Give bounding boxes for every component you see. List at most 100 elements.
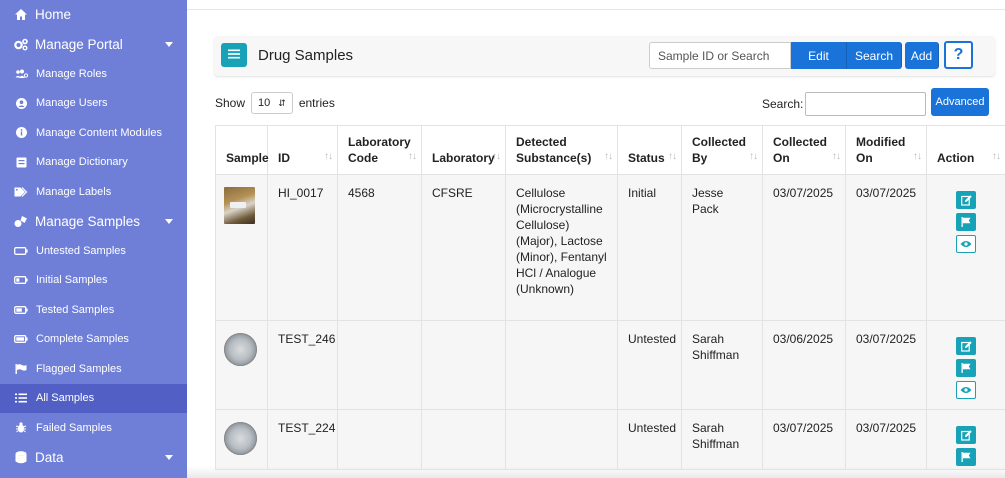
sample-thumbnail[interactable] <box>224 333 257 366</box>
menu-toggle-button[interactable] <box>221 43 247 67</box>
cell-lab-code <box>337 320 422 410</box>
scroll-fade <box>0 464 187 478</box>
entries-select[interactable]: 10 ⇵ <box>251 92 293 114</box>
sidebar-item-label: Initial Samples <box>36 274 108 287</box>
cell-collected-on: 03/06/2025 <box>762 320 846 410</box>
sidebar-item-label: Tested Samples <box>36 303 115 316</box>
cell-modified-on: 03/07/2025 <box>845 409 927 470</box>
sort-icon: ↑↓ <box>913 151 922 162</box>
cell-actions <box>926 174 1005 321</box>
eye-icon <box>960 241 972 247</box>
table-row[interactable]: HI_0017 4568 CFSRE Cellulose (Microcryst… <box>215 174 1005 321</box>
sidebar-item-all-samples[interactable]: All Samples <box>0 383 187 413</box>
eye-icon <box>960 387 972 393</box>
row-flag-button[interactable] <box>956 359 976 377</box>
edit-icon <box>960 194 972 206</box>
entries-value: 10 <box>258 97 271 109</box>
sample-search-input[interactable] <box>649 42 791 69</box>
help-button[interactable]: ? <box>944 41 973 69</box>
row-edit-button[interactable] <box>956 191 976 209</box>
cell-laboratory <box>421 409 506 470</box>
table-search-input[interactable] <box>805 92 926 116</box>
sort-icon: ↑↓ <box>992 151 1001 162</box>
tags-icon <box>14 186 28 197</box>
sidebar-item-label: Manage Dictionary <box>36 156 128 169</box>
edit-icon <box>960 340 972 352</box>
sidebar-item-failed-samples[interactable]: Failed Samples <box>0 413 187 443</box>
edit-button[interactable]: Edit <box>791 42 847 69</box>
cell-status: Untested <box>617 320 682 410</box>
sidebar-item-manage-samples[interactable]: Manage Samples <box>0 207 187 237</box>
sort-icon: ↑↓ <box>832 151 841 162</box>
sidebar-item-untested-samples[interactable]: Untested Samples <box>0 236 187 266</box>
advanced-search-button[interactable]: Advanced <box>931 88 989 116</box>
entries-control: Show 10 ⇵ entries <box>215 92 335 114</box>
sidebar-item-flagged-samples[interactable]: Flagged Samples <box>0 354 187 384</box>
database-icon <box>13 451 29 464</box>
cell-id: HI_0017 <box>267 174 338 321</box>
col-header-id[interactable]: ID ↑↓ <box>267 125 338 175</box>
sidebar-item-complete-samples[interactable]: Complete Samples <box>0 325 187 355</box>
col-header-lab-code[interactable]: Laboratory Code ↑↓ <box>337 125 422 175</box>
sample-thumbnail[interactable] <box>224 422 257 455</box>
col-header-collected-by[interactable]: Collected By ↑↓ <box>681 125 763 175</box>
cell-id: TEST_246 <box>267 320 338 410</box>
sidebar-item-manage-roles[interactable]: Manage Roles <box>0 59 187 89</box>
sidebar-item-label: Manage Content Modules <box>36 126 162 139</box>
col-header-substances[interactable]: Detected Substance(s) ↑↓ <box>505 125 618 175</box>
scroll-fade <box>187 466 1005 478</box>
sidebar-item-manage-users[interactable]: Manage Users <box>0 89 187 119</box>
table-row[interactable]: TEST_224 Untested Sarah Shiffman 03/07/2… <box>215 409 1005 470</box>
flag-icon <box>14 363 28 374</box>
caret-down-icon <box>165 455 173 461</box>
cell-status: Untested <box>617 409 682 470</box>
cell-substances: Cellulose (Microcrystalline Cellulose) (… <box>505 174 618 321</box>
home-icon <box>13 8 29 21</box>
search-button[interactable]: Search <box>847 42 902 69</box>
sidebar-item-manage-content-modules[interactable]: Manage Content Modules <box>0 118 187 148</box>
cell-laboratory <box>421 320 506 410</box>
cell-modified-on: 03/07/2025 <box>845 320 927 410</box>
sidebar-item-manage-dictionary[interactable]: Manage Dictionary <box>0 148 187 178</box>
row-view-button[interactable] <box>956 235 976 253</box>
row-view-button[interactable] <box>956 381 976 399</box>
sidebar-item-manage-portal[interactable]: Manage Portal <box>0 30 187 60</box>
vials-icon <box>13 215 29 228</box>
top-divider <box>187 9 1005 10</box>
table-row[interactable]: TEST_246 Untested Sarah Shiffman 03/06/2… <box>215 320 1005 410</box>
sort-icon: ↑↓ <box>324 151 333 162</box>
sidebar-item-manage-labels[interactable]: Manage Labels <box>0 177 187 207</box>
row-flag-button[interactable] <box>956 448 976 466</box>
col-header-action[interactable]: Action ↑↓ <box>926 125 1005 175</box>
caret-down-icon <box>165 219 173 225</box>
edit-icon <box>960 429 972 441</box>
add-button[interactable]: Add <box>905 42 939 69</box>
row-edit-button[interactable] <box>956 426 976 444</box>
cell-status: Initial <box>617 174 682 321</box>
sidebar-item-home[interactable]: Home <box>0 0 187 30</box>
samples-table: Sample ID ↑↓ Laboratory Code ↑↓ Laboratory… <box>215 125 1005 470</box>
hamburger-icon <box>228 48 240 62</box>
cell-actions <box>926 409 1005 470</box>
sidebar-item-tested-samples[interactable]: Tested Samples <box>0 295 187 325</box>
col-header-collected-on[interactable]: Collected On ↑↓ <box>762 125 846 175</box>
flag-icon <box>961 452 971 462</box>
col-header-modified-on[interactable]: Modified On ↑↓ <box>845 125 927 175</box>
cell-id: TEST_224 <box>267 409 338 470</box>
table-search-label: Search: <box>762 97 804 111</box>
sidebar-item-label: Manage Roles <box>36 67 107 80</box>
col-header-laboratory[interactable]: Laboratory ↑↓ <box>421 125 506 175</box>
cell-laboratory: CFSRE <box>421 174 506 321</box>
sidebar-item-label: All Samples <box>36 392 95 405</box>
row-edit-button[interactable] <box>956 337 976 355</box>
row-flag-button[interactable] <box>956 213 976 231</box>
cell-substances <box>505 320 618 410</box>
cell-substances <box>505 409 618 470</box>
sidebar-item-initial-samples[interactable]: Initial Samples <box>0 266 187 296</box>
sidebar-item-label: Manage Labels <box>36 185 112 198</box>
sidebar-item-label: Failed Samples <box>36 421 112 434</box>
cell-actions <box>926 320 1005 410</box>
col-header-sample[interactable]: Sample <box>215 125 269 175</box>
sample-thumbnail[interactable] <box>224 187 255 224</box>
col-header-status[interactable]: Status ↑↓ <box>617 125 682 175</box>
